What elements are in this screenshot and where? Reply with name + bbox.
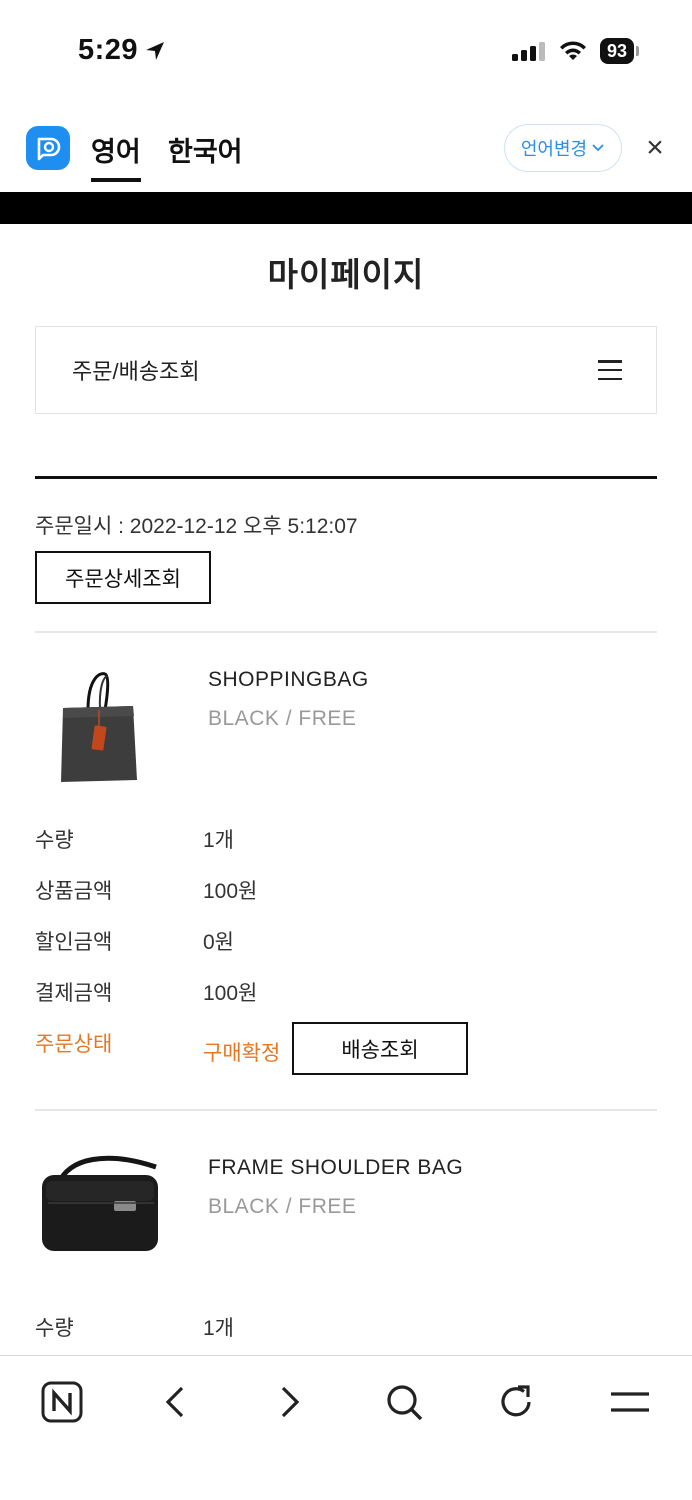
close-icon[interactable]: × <box>640 133 670 164</box>
papago-logo-icon <box>26 126 70 170</box>
signal-icon <box>511 42 545 61</box>
status-bar: 5:29 93 <box>0 0 692 100</box>
status-time: 5:29 <box>78 34 166 67</box>
quantity-label: 수량 <box>35 1317 74 1340</box>
wifi-icon <box>559 41 586 60</box>
product-name[interactable]: FRAME SHOULDER BAG <box>208 1156 463 1180</box>
language-change-button[interactable]: 언어변경 <box>504 124 622 172</box>
quantity-value: 1개 <box>203 829 234 852</box>
back-arrow-icon[interactable] <box>151 1378 199 1426</box>
product-option: BLACK / FREE <box>208 707 357 730</box>
translate-bar: 영어 한국어 언어변경 × <box>0 108 692 192</box>
chevron-down-icon <box>592 144 604 152</box>
item-divider <box>35 1109 657 1111</box>
payment-label: 결제금액 <box>35 982 113 1005</box>
tab-korean[interactable]: 한국어 <box>168 130 243 169</box>
refresh-icon[interactable] <box>492 1378 540 1426</box>
hamburger-icon <box>598 360 622 380</box>
browser-toolbar <box>0 1355 692 1500</box>
location-arrow-icon <box>146 41 165 60</box>
order-status-label: 주문상태 <box>35 1033 113 1056</box>
search-icon[interactable] <box>380 1378 428 1426</box>
quantity-value: 1개 <box>203 1317 234 1340</box>
order-date: 주문일시 : 2022-12-12 오후 5:12:07 <box>35 515 358 538</box>
menu-icon[interactable] <box>606 1378 654 1426</box>
product-image-shoulder-bag[interactable] <box>38 1145 166 1257</box>
product-price-value: 100원 <box>203 880 258 903</box>
product-price-label: 상품금액 <box>35 880 113 903</box>
menu-dropdown-label: 주문/배송조회 <box>72 359 200 384</box>
header-band <box>0 192 692 224</box>
discount-label: 할인금액 <box>35 931 113 954</box>
order-detail-button[interactable]: 주문상세조회 <box>35 551 211 604</box>
delivery-tracking-button[interactable]: 배송조회 <box>292 1022 468 1075</box>
forward-arrow-icon[interactable] <box>266 1378 314 1426</box>
quantity-label: 수량 <box>35 829 74 852</box>
status-icons: 93 <box>511 38 640 64</box>
discount-value: 0원 <box>203 931 234 954</box>
menu-dropdown[interactable]: 주문/배송조회 <box>35 326 657 414</box>
product-option: BLACK / FREE <box>208 1195 357 1218</box>
section-divider <box>35 476 657 479</box>
tab-english[interactable]: 영어 <box>91 130 141 182</box>
battery-indicator: 93 <box>599 38 640 64</box>
page-title: 마이페이지 <box>267 256 425 293</box>
item-divider <box>35 631 657 633</box>
language-change-label: 언어변경 <box>520 139 588 159</box>
product-name[interactable]: SHOPPINGBAG <box>208 668 369 692</box>
clock: 5:29 <box>78 34 139 66</box>
order-status-value: 구매확정 <box>203 1042 281 1065</box>
product-image-shopping-bag[interactable] <box>55 668 145 786</box>
naver-n-icon[interactable] <box>38 1378 86 1426</box>
payment-value: 100원 <box>203 982 258 1005</box>
